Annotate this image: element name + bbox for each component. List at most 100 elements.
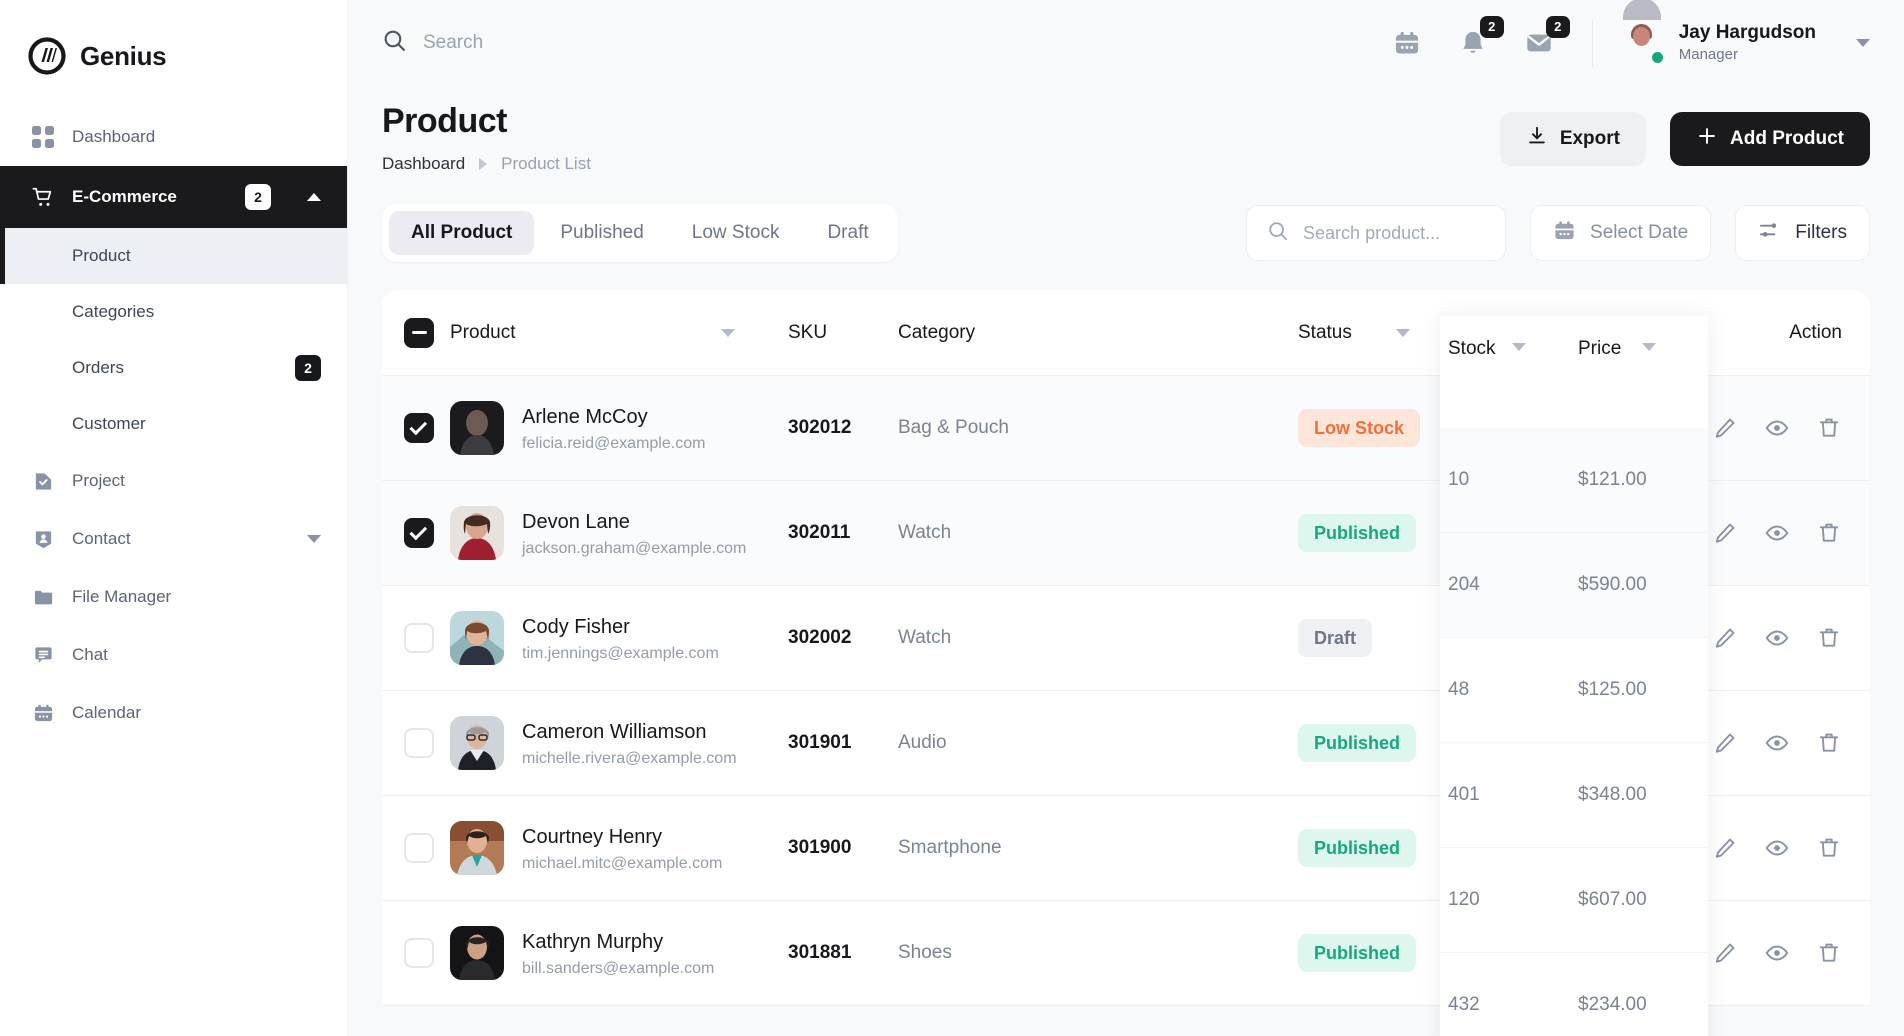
sidebar-item-ecommerce[interactable]: E-Commerce 2: [0, 166, 347, 228]
chevron-right-icon: [479, 158, 488, 170]
product-search-input[interactable]: [1303, 222, 1486, 244]
envelope-icon[interactable]: 2: [1522, 16, 1570, 60]
tab-all-product[interactable]: All Product: [389, 211, 535, 255]
trash-icon[interactable]: [1816, 520, 1842, 546]
product-thumbnail: [450, 401, 504, 455]
user-profile[interactable]: Jay Hargudson Manager: [1591, 0, 1870, 67]
page-title: Product: [382, 102, 507, 140]
edit-icon[interactable]: [1712, 520, 1738, 546]
product-thumbnail: [450, 506, 504, 560]
eye-icon[interactable]: [1764, 520, 1790, 546]
sidebar-item-calendar[interactable]: Calendar: [0, 684, 347, 742]
edit-icon[interactable]: [1712, 415, 1738, 441]
trash-icon[interactable]: [1816, 415, 1842, 441]
row-select-cell: [404, 518, 450, 548]
sidebar-subitem-label: Customer: [72, 414, 146, 433]
select-date-button[interactable]: Select Date: [1530, 205, 1712, 261]
column-header-action: Action: [1789, 321, 1842, 343]
table-row[interactable]: Courtney Henry michael.mitc@example.com …: [382, 796, 1870, 901]
product-cell: Cameron Williamson michelle.rivera@examp…: [450, 716, 788, 770]
breadcrumb-dashboard[interactable]: Dashboard: [382, 154, 465, 174]
tab-low-stock[interactable]: Low Stock: [670, 211, 802, 255]
chevron-down-icon[interactable]: [1584, 328, 1599, 337]
column-header-status[interactable]: Status: [1298, 322, 1490, 344]
eye-icon[interactable]: [1764, 835, 1790, 861]
add-product-button[interactable]: Add Product: [1670, 112, 1870, 166]
column-header-category[interactable]: Category: [898, 322, 1058, 344]
calendar-icon[interactable]: [1390, 26, 1424, 60]
topbar: 2 2 Jay Hargudso: [348, 0, 1904, 86]
table-row[interactable]: Cameron Williamson michelle.rivera@examp…: [382, 691, 1870, 796]
chevron-down-icon[interactable]: [1395, 328, 1410, 337]
chevron-down-icon[interactable]: [307, 535, 321, 543]
filters-button[interactable]: Filters: [1735, 205, 1870, 261]
sidebar-item-customer[interactable]: Customer: [0, 396, 347, 452]
table-row[interactable]: Kathryn Murphy bill.sanders@example.com …: [382, 901, 1870, 1006]
table-row[interactable]: Arlene McCoy felicia.reid@example.com 30…: [382, 376, 1870, 481]
app-root: Genius Dashboard E-Commerce 2 Product Ca…: [0, 0, 1904, 1036]
row-checkbox[interactable]: [404, 623, 434, 653]
project-icon: [32, 470, 54, 492]
eye-icon[interactable]: [1764, 730, 1790, 756]
product-thumbnail: [450, 821, 504, 875]
profile-name: Jay Hargudson: [1678, 22, 1816, 44]
column-header-added[interactable]: Added: [1490, 322, 1680, 344]
trash-icon[interactable]: [1816, 940, 1842, 966]
filter-tabs: All Product Published Low Stock Draft: [382, 204, 898, 262]
edit-icon[interactable]: [1712, 625, 1738, 651]
bell-icon[interactable]: 2: [1456, 16, 1504, 60]
brand[interactable]: Genius: [0, 0, 347, 86]
category-value: Smartphone: [898, 837, 1002, 858]
filters-icon: [1758, 219, 1781, 248]
sidebar-item-contact[interactable]: Contact: [0, 510, 347, 568]
sidebar-item-project[interactable]: Project: [0, 452, 347, 510]
product-search[interactable]: [1246, 205, 1507, 261]
sidebar-item-orders[interactable]: Orders 2: [0, 340, 347, 396]
eye-icon[interactable]: [1764, 625, 1790, 651]
category-value: Watch: [898, 627, 952, 648]
sidebar-item-file-manager[interactable]: File Manager: [0, 568, 347, 626]
row-checkbox[interactable]: [404, 413, 434, 443]
column-header-product[interactable]: Product: [450, 322, 788, 344]
row-checkbox[interactable]: [404, 938, 434, 968]
calendar-icon: [32, 702, 54, 724]
global-search[interactable]: [382, 28, 1374, 58]
export-button[interactable]: Export: [1499, 112, 1646, 166]
row-checkbox[interactable]: [404, 833, 434, 863]
search-input[interactable]: [423, 32, 743, 54]
chevron-up-icon[interactable]: [307, 193, 321, 201]
row-checkbox[interactable]: [404, 518, 434, 548]
product-cell: Arlene McCoy felicia.reid@example.com: [450, 401, 788, 455]
tab-draft[interactable]: Draft: [805, 211, 890, 255]
search-icon: [1267, 220, 1289, 247]
breadcrumb-current[interactable]: Product List: [501, 154, 591, 174]
edit-icon[interactable]: [1712, 730, 1738, 756]
chevron-down-icon[interactable]: [1856, 39, 1870, 47]
product-email: felicia.reid@example.com: [522, 434, 706, 452]
sidebar-item-chat[interactable]: Chat: [0, 626, 347, 684]
eye-icon[interactable]: [1764, 415, 1790, 441]
sidebar-item-product[interactable]: Product: [0, 228, 347, 284]
trash-icon[interactable]: [1816, 730, 1842, 756]
tab-published[interactable]: Published: [538, 211, 665, 255]
product-email: michael.mitc@example.com: [522, 854, 723, 872]
category-value: Bag & Pouch: [898, 417, 1009, 438]
product-thumbnail: [450, 611, 504, 665]
column-header-sku[interactable]: SKU: [788, 322, 898, 344]
product-table: Product SKU Category Status Added Action: [382, 290, 1870, 1006]
sidebar-item-categories[interactable]: Categories: [0, 284, 347, 340]
trash-icon[interactable]: [1816, 835, 1842, 861]
sidebar-item-dashboard[interactable]: Dashboard: [0, 108, 347, 166]
table-row[interactable]: Cody Fisher tim.jennings@example.com 302…: [382, 586, 1870, 691]
filters-label: Filters: [1795, 222, 1847, 243]
eye-icon[interactable]: [1764, 940, 1790, 966]
trash-icon[interactable]: [1816, 625, 1842, 651]
select-all-checkbox[interactable]: [404, 317, 434, 348]
edit-icon[interactable]: [1712, 835, 1738, 861]
row-actions: [1680, 730, 1842, 756]
table-row[interactable]: Devon Lane jackson.graham@example.com 30…: [382, 481, 1870, 586]
edit-icon[interactable]: [1712, 940, 1738, 966]
row-checkbox[interactable]: [404, 728, 434, 758]
chevron-down-icon[interactable]: [721, 328, 736, 337]
product-email: tim.jennings@example.com: [522, 644, 719, 662]
